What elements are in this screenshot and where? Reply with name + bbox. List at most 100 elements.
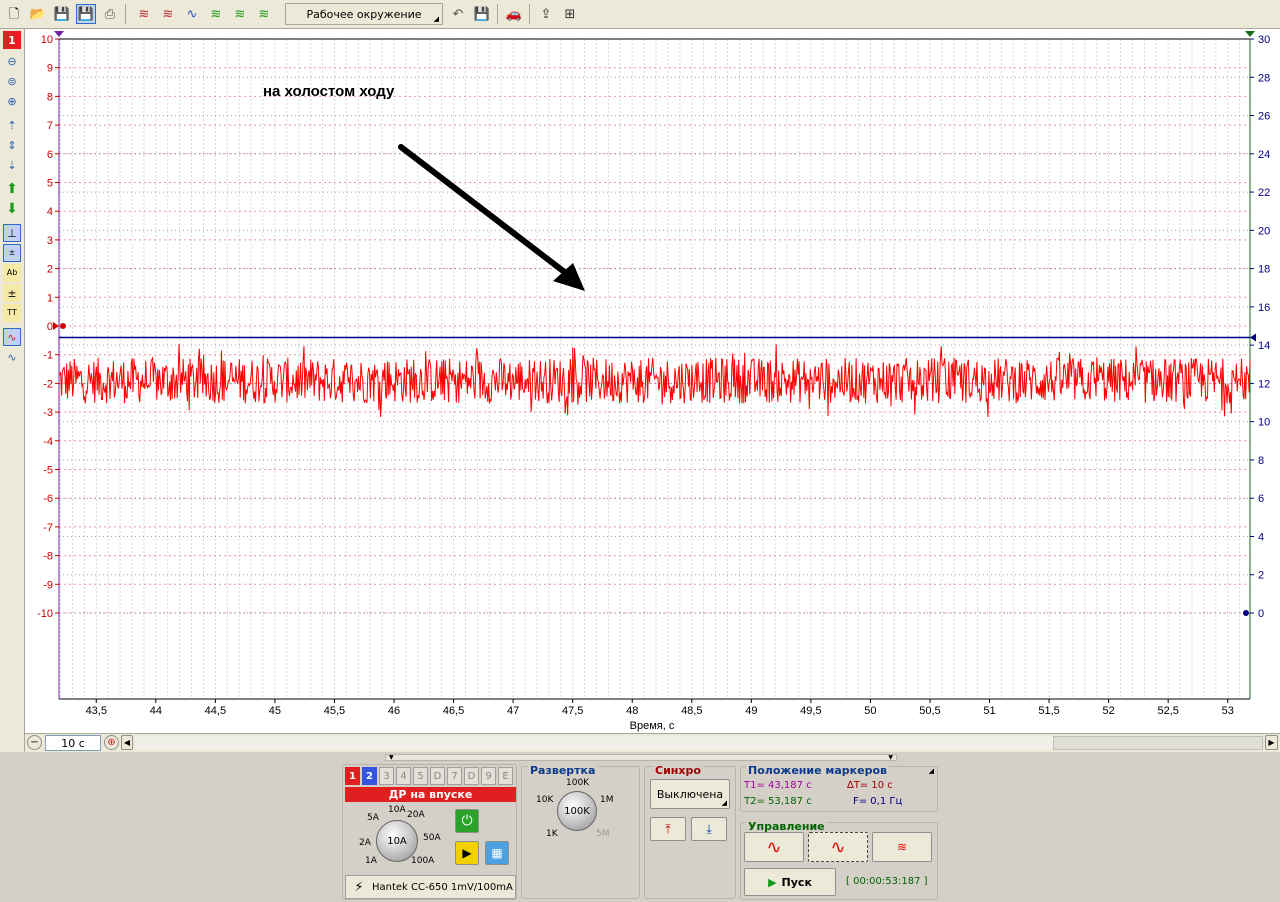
- save-as-icon[interactable]: 💾: [76, 4, 96, 24]
- sweep-label-10k: 10K: [536, 795, 554, 805]
- fit-icon[interactable]: ⊞: [560, 4, 580, 24]
- channel-2-level-marker[interactable]: [1250, 333, 1256, 342]
- waveform-check-icon[interactable]: ≋: [206, 4, 226, 24]
- shift-center-icon[interactable]: ⇕: [3, 136, 21, 154]
- single-mode-button[interactable]: ∿: [744, 832, 804, 862]
- arrow-down-icon[interactable]: ⬇: [3, 200, 21, 218]
- car-icon[interactable]: 🚗: [504, 4, 524, 24]
- undo-icon[interactable]: ↶: [448, 4, 468, 24]
- save-icon[interactable]: 💾: [52, 4, 72, 24]
- channel-tab-3[interactable]: 3: [379, 767, 394, 785]
- right-tick-label: 20: [1258, 225, 1270, 237]
- start-button[interactable]: ▶ Пуск: [744, 868, 836, 896]
- scroll-track[interactable]: [135, 736, 1053, 750]
- label-tool-icon[interactable]: TT: [3, 304, 21, 322]
- new-file-icon[interactable]: 🗋: [4, 4, 24, 24]
- range-knob[interactable]: 10A: [376, 820, 418, 862]
- channel-tab-8[interactable]: D: [464, 767, 479, 785]
- channel-tab-4[interactable]: 4: [396, 767, 411, 785]
- channel-tab-10[interactable]: E: [498, 767, 513, 785]
- channel-tab-7[interactable]: 7: [447, 767, 462, 785]
- panel-splitter[interactable]: ▼ ▼: [385, 754, 897, 761]
- left-tick-label: -5: [43, 465, 53, 477]
- print-icon[interactable]: ⎙: [100, 4, 120, 24]
- left-tick-label: 5: [47, 178, 53, 190]
- open-folder-icon[interactable]: 📂: [28, 4, 48, 24]
- left-tick-label: -6: [43, 493, 53, 505]
- markers-menu-icon[interactable]: ◢: [929, 767, 934, 775]
- right-tick-label: 4: [1258, 531, 1264, 543]
- sweep-knob[interactable]: 100K: [557, 791, 597, 831]
- probe-selector[interactable]: ⚡ Hantek CC-650 1mV/100mA: [345, 875, 516, 899]
- channel-tab-5[interactable]: 5: [413, 767, 428, 785]
- text-tool-icon[interactable]: Ab: [3, 264, 21, 282]
- chart-alt-view-icon[interactable]: ∿: [3, 348, 21, 366]
- sweep-label-100k: 100K: [566, 778, 590, 788]
- zoom-in-icon[interactable]: ⊕: [3, 92, 21, 110]
- bottom-panel: ▼ ▼ 1 2 3 4 5 D 7 D 9 E ДР на впуске 10A …: [0, 752, 1280, 902]
- normal-mode-button[interactable]: ∿: [808, 832, 868, 862]
- probe-settings-button[interactable]: ▶: [455, 841, 479, 865]
- waveform-overlay-icon[interactable]: ∿: [182, 4, 202, 24]
- scroll-thumb[interactable]: [1053, 736, 1263, 750]
- power-icon: ⏻: [461, 813, 473, 829]
- scale-tool-icon[interactable]: ±: [3, 244, 21, 262]
- waveform-icon[interactable]: ≋: [134, 4, 154, 24]
- control-panel: Управление ∿ ∿ ≋ ▶ Пуск [ 00:00:53:187 ]: [740, 820, 938, 900]
- recorder-mode-button[interactable]: ≋: [872, 832, 932, 862]
- shift-down-icon[interactable]: ⇣: [3, 156, 21, 174]
- channel-tab-6[interactable]: D: [430, 767, 445, 785]
- channel-tab-2[interactable]: 2: [362, 767, 377, 785]
- time-zoom-value[interactable]: 10 с: [45, 735, 101, 751]
- oscilloscope-chart[interactable]: 109876543210-1-2-3-4-5-6-7-8-9-103028262…: [25, 29, 1280, 733]
- chart-area[interactable]: 10 9 8 7 6 5 4 3 2 1 0 -1 -2 -3 -4 -5 -6 -7 -8 -9 -10 30 28 26 2…: [25, 29, 1280, 733]
- measure-tool-icon[interactable]: ±: [3, 284, 21, 302]
- scroll-left-icon[interactable]: ◀: [121, 735, 133, 750]
- left-tick-label: 0: [47, 321, 53, 333]
- arrow-up-icon[interactable]: ⬆: [3, 180, 21, 198]
- export-icon[interactable]: ⇪: [536, 4, 556, 24]
- x-tick-label: 49,5: [800, 705, 821, 717]
- chart-view-icon[interactable]: ∿: [3, 328, 21, 346]
- sync-falling-edge-icon[interactable]: ⤓: [691, 817, 727, 841]
- marker-t1-handle[interactable]: [54, 31, 64, 37]
- channel-1-zero-dot[interactable]: [60, 323, 66, 329]
- time-zoom-out-icon[interactable]: −: [27, 735, 42, 750]
- x-tick-label: 44,5: [205, 705, 226, 717]
- range-label-20a: 20A: [407, 810, 425, 820]
- channel-1-zero-marker[interactable]: [53, 322, 59, 330]
- play-icon: ▶: [768, 875, 777, 889]
- workspace-dropdown[interactable]: Рабочее окружение ◢: [285, 3, 443, 25]
- x-tick-label: 50: [864, 705, 876, 717]
- channel-tab-1[interactable]: 1: [345, 767, 360, 785]
- zoom-out-icon[interactable]: ⊖: [3, 52, 21, 70]
- sync-mode-button[interactable]: Выключена ◢: [650, 779, 730, 809]
- waveform-info-icon[interactable]: ≋: [230, 4, 250, 24]
- scroll-right-icon[interactable]: ▶: [1265, 735, 1278, 750]
- sweep-panel: Развертка 100K 1M 5M 1K 10K 100K: [521, 764, 640, 899]
- calculator-button[interactable]: ▦: [485, 841, 509, 865]
- cursor-tool-icon[interactable]: ⊥: [3, 224, 21, 242]
- left-tick-label: 8: [47, 91, 53, 103]
- left-tick-label: -3: [43, 407, 53, 419]
- channel-tab-9[interactable]: 9: [481, 767, 496, 785]
- left-tick-label: 2: [47, 264, 53, 276]
- right-tick-label: 30: [1258, 34, 1270, 46]
- shift-up-icon[interactable]: ⇡: [3, 116, 21, 134]
- right-tick-label: 28: [1258, 72, 1270, 84]
- right-tick-label: 14: [1258, 340, 1270, 352]
- x-tick-label: 51,5: [1038, 705, 1059, 717]
- time-zoom-in-icon[interactable]: ⊕: [104, 735, 119, 750]
- x-tick-label: 51: [983, 705, 995, 717]
- waveform-settings-icon[interactable]: ≋: [254, 4, 274, 24]
- power-button[interactable]: ⏻: [455, 809, 479, 833]
- sync-rising-edge-icon[interactable]: ⤒: [650, 817, 686, 841]
- x-tick-label: 43,5: [86, 705, 107, 717]
- channel-badge[interactable]: 1: [3, 31, 21, 49]
- zoom-reset-icon[interactable]: ⊜: [3, 72, 21, 90]
- marker-t2-handle[interactable]: [1245, 31, 1255, 37]
- channel-2-zero-dot[interactable]: [1243, 610, 1249, 616]
- marker-dt: ∆T= 10 с: [847, 780, 893, 791]
- save-workspace-icon[interactable]: 💾: [472, 4, 492, 24]
- waveform-compare-icon[interactable]: ≋: [158, 4, 178, 24]
